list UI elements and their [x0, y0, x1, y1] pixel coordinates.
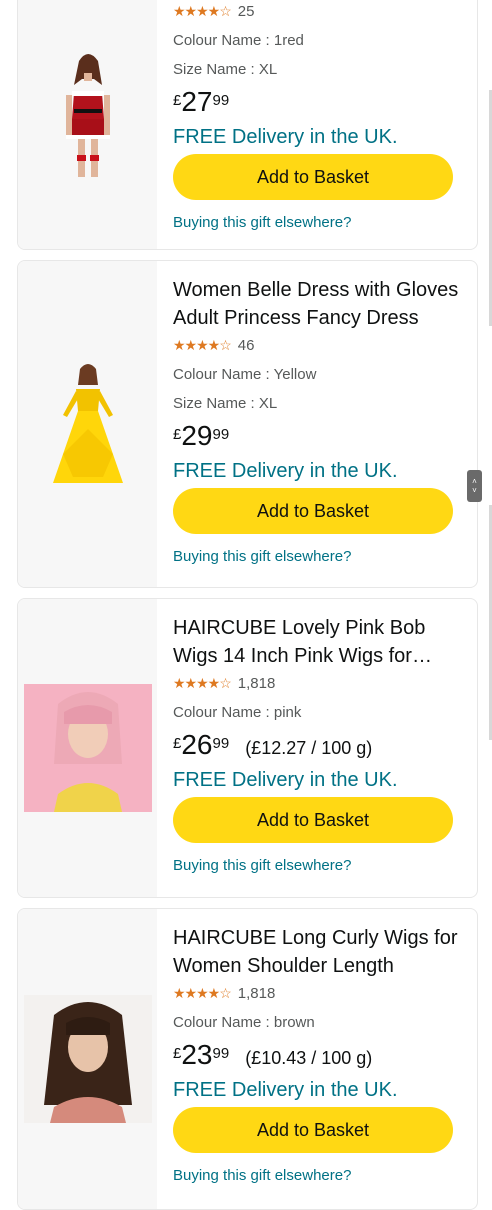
add-to-basket-button[interactable]: Add to Basket — [173, 154, 453, 200]
colour-name: Colour Name : 1red — [173, 32, 304, 49]
product-image[interactable] — [18, 909, 157, 1209]
gift-elsewhere-link[interactable]: Buying this gift elsewhere? — [173, 548, 469, 565]
price-fraction: 99 — [212, 92, 230, 109]
add-to-basket-button[interactable]: Add to Basket — [173, 797, 453, 843]
star-rating-icon: ★★★★☆ — [173, 984, 232, 1001]
yellow-belle-dress-image — [52, 364, 123, 483]
product-title[interactable]: Women Belle Dress with Gloves Adult Prin… — [173, 276, 469, 332]
price-whole: 23 — [181, 1039, 213, 1070]
product-card[interactable]: ★★★★☆ 25 Colour Name : 1red Size Name : … — [17, 0, 478, 250]
price: £ 27 99 — [173, 86, 469, 122]
gift-elsewhere-link[interactable]: Buying this gift elsewhere? — [173, 214, 469, 231]
add-to-basket-button[interactable]: Add to Basket — [173, 1107, 453, 1153]
product-image[interactable] — [18, 599, 157, 897]
price-fraction: 99 — [212, 1045, 230, 1062]
size-name: Size Name : XL — [173, 61, 278, 78]
price-whole: 26 — [181, 729, 213, 760]
unit-price: (£10.43 / 100 g) — [245, 1048, 373, 1068]
delivery-info: FREE Delivery in the UK. — [173, 1079, 398, 1101]
gift-elsewhere-link[interactable]: Buying this gift elsewhere? — [173, 1167, 469, 1184]
price-currency: £ — [173, 735, 182, 752]
price-whole: 27 — [181, 86, 213, 117]
scrollbar-thumb[interactable]: ˄ ˅ — [467, 470, 482, 502]
delivery-info: FREE Delivery in the UK. — [173, 126, 398, 148]
product-card[interactable]: HAIRCUBE Lovely Pink Bob Wigs 14 Inch Pi… — [17, 598, 478, 898]
brown-curly-wig-image — [23, 995, 152, 1123]
price-whole: 29 — [181, 420, 213, 451]
colour-name: Colour Name : pink — [173, 704, 302, 721]
price-currency: £ — [173, 1045, 182, 1062]
product-image[interactable] — [18, 0, 157, 249]
star-rating-icon: ★★★★☆ — [173, 674, 232, 691]
delivery-info: FREE Delivery in the UK. — [173, 769, 398, 791]
product-image[interactable] — [18, 261, 157, 587]
chevron-up-icon: ˄ — [472, 477, 477, 486]
colour-name: Colour Name : Yellow — [173, 366, 317, 383]
price-currency: £ — [173, 92, 182, 109]
colour-name: Colour Name : brown — [173, 1014, 315, 1031]
price-currency: £ — [173, 426, 182, 443]
rating-count[interactable]: 46 — [238, 337, 255, 354]
red-christmas-costume-image — [65, 54, 110, 177]
rating-count[interactable]: 25 — [238, 3, 255, 20]
star-rating-icon: ★★★★☆ — [173, 336, 232, 353]
product-title[interactable]: HAIRCUBE Lovely Pink Bob Wigs 14 Inch Pi… — [173, 614, 469, 670]
star-rating-icon: ★★★★☆ — [173, 2, 232, 19]
price: £ 29 99 — [173, 420, 469, 456]
add-to-basket-button[interactable]: Add to Basket — [173, 488, 453, 534]
gift-elsewhere-link[interactable]: Buying this gift elsewhere? — [173, 857, 469, 874]
pink-bob-wig-image — [23, 684, 152, 812]
delivery-info: FREE Delivery in the UK. — [173, 460, 398, 482]
product-card[interactable]: HAIRCUBE Long Curly Wigs for Women Shoul… — [17, 908, 478, 1210]
price-fraction: 99 — [212, 426, 230, 443]
product-card[interactable]: Women Belle Dress with Gloves Adult Prin… — [17, 260, 478, 588]
size-name: Size Name : XL — [173, 395, 278, 412]
rating-count[interactable]: 1,818 — [238, 675, 276, 692]
product-title[interactable]: HAIRCUBE Long Curly Wigs for Women Shoul… — [173, 924, 469, 980]
price-fraction: 99 — [212, 735, 230, 752]
price: £ 26 99 (£12.27 / 100 g) — [173, 729, 469, 765]
chevron-down-icon: ˅ — [472, 486, 477, 495]
unit-price: (£12.27 / 100 g) — [245, 738, 373, 758]
rating-count[interactable]: 1,818 — [238, 985, 276, 1002]
price: £ 23 99 (£10.43 / 100 g) — [173, 1039, 469, 1075]
